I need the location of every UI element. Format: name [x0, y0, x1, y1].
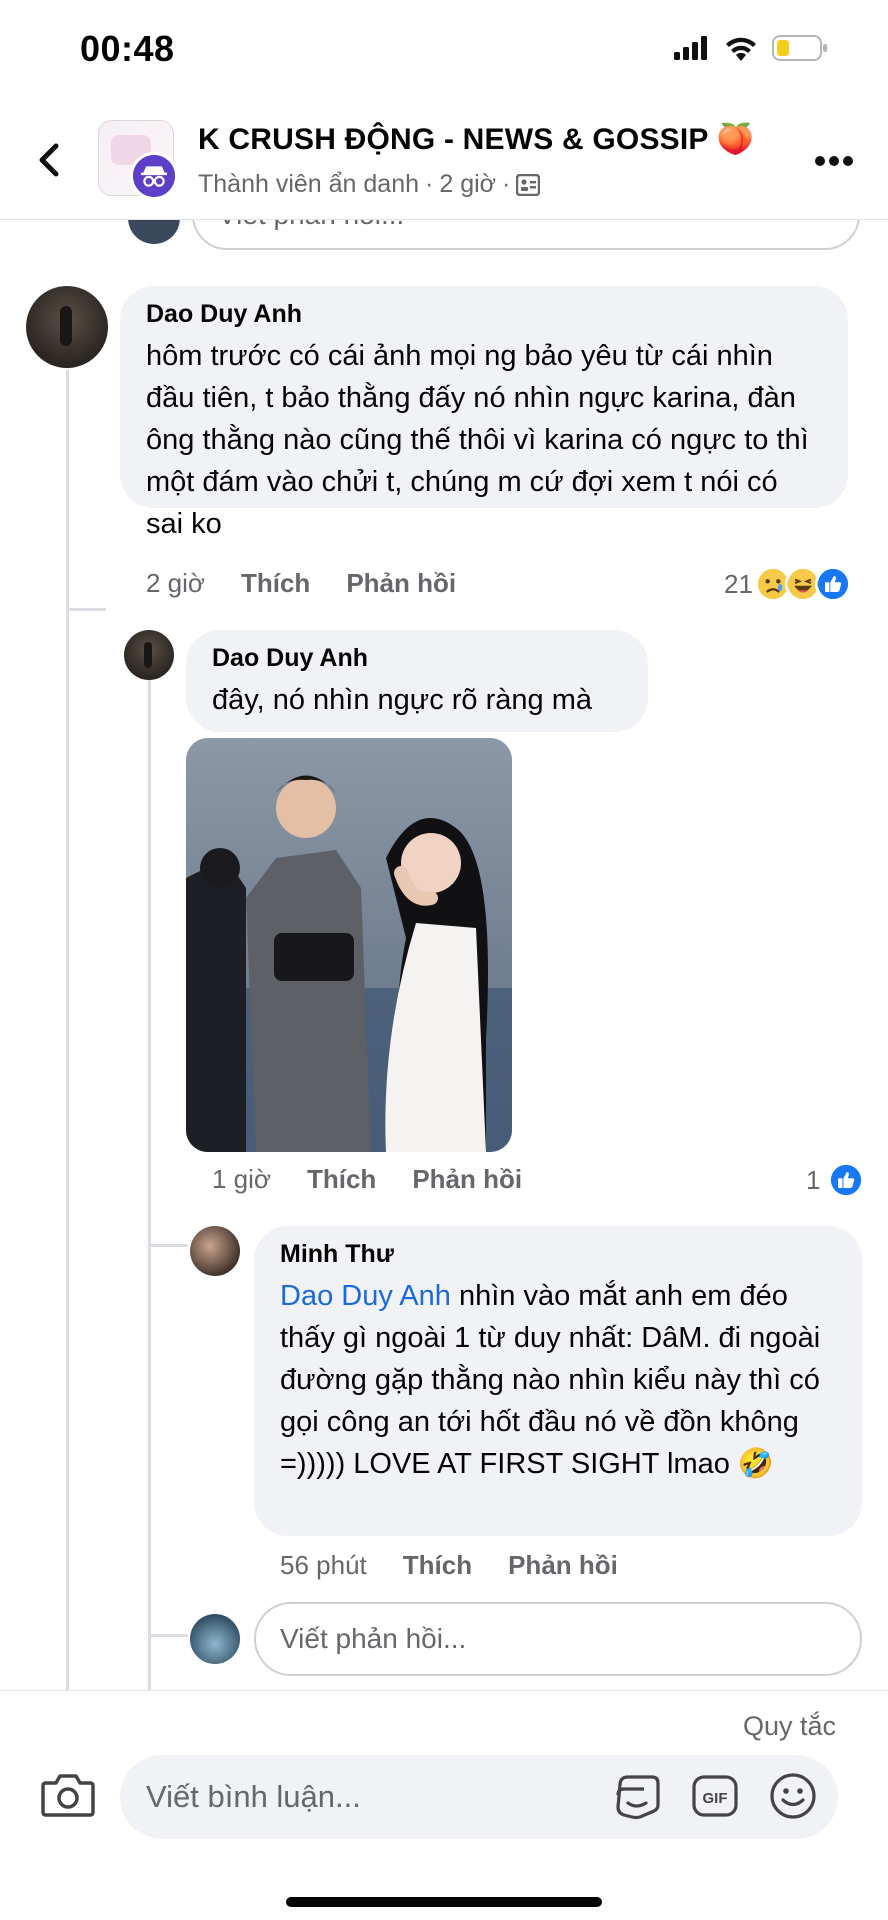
group-title[interactable]: K CRUSH ĐỘNG - NEWS & GOSSIP 🍑	[198, 122, 754, 157]
reaction-count: 21	[724, 568, 753, 599]
comment-input[interactable]: Viết bình luận... GIF	[120, 1755, 838, 1839]
post-time: 2 giờ	[439, 170, 497, 198]
comment-text: hôm trước có cái ảnh mọi ng bảo yêu từ c…	[146, 340, 809, 540]
comment-text: Dao Duy Anh nhìn vào mắt anh em đéo thấy…	[280, 1280, 821, 1480]
battery-icon	[772, 35, 827, 61]
more-options-icon[interactable]	[814, 154, 854, 168]
like-button[interactable]: Thích	[241, 568, 310, 599]
reply-button[interactable]: Phản hồi	[346, 568, 456, 599]
comment-text: đây, nó nhìn ngực rõ ràng mà	[212, 684, 592, 716]
mention-link[interactable]: Dao Duy Anh	[280, 1280, 451, 1312]
comment-bubble: Minh Thư Dao Duy Anh nhìn vào mắt anh em…	[254, 1226, 862, 1536]
avatar	[128, 220, 180, 244]
anonymous-icon	[130, 152, 178, 200]
like-icon	[814, 566, 851, 602]
comment-composer: Quy tắc Viết bình luận... GIF	[0, 1690, 888, 1920]
thread-line	[148, 676, 151, 1690]
avatar	[190, 1614, 240, 1664]
comment-photo[interactable]	[186, 738, 512, 1152]
sticker-icon[interactable]	[610, 1769, 664, 1823]
reply-input[interactable]: Viết phản hồi...	[192, 220, 860, 250]
home-indicator	[286, 1897, 602, 1907]
photo-image	[186, 738, 512, 1152]
reaction-count: 1	[806, 1164, 821, 1195]
avatar[interactable]	[190, 1226, 240, 1276]
emoji-icon[interactable]	[766, 1769, 820, 1823]
comment-time: 2 giờ	[146, 568, 205, 598]
wifi-icon	[726, 37, 756, 61]
camera-icon[interactable]	[40, 1767, 96, 1823]
rules-link[interactable]: Quy tắc	[743, 1711, 836, 1742]
comment-time: 56 phút	[280, 1550, 367, 1580]
reply-button[interactable]: Phản hồi	[508, 1550, 618, 1581]
comment-actions: 2 giờ Thích Phản hồi	[146, 568, 456, 599]
reaction-summary[interactable]: 21	[724, 566, 851, 602]
thread-line	[148, 1634, 188, 1637]
gif-icon[interactable]: GIF	[688, 1769, 742, 1823]
like-button[interactable]: Thích	[403, 1550, 472, 1581]
privacy-group-icon	[516, 173, 541, 196]
comments-section: Viết phản hồi... Dao Duy Anh hôm trước c…	[0, 220, 888, 1690]
anonymous-member-label: Thành viên ẩn danh	[198, 170, 420, 198]
svg-text:GIF: GIF	[703, 1790, 728, 1807]
post-header: K CRUSH ĐỘNG - NEWS & GOSSIP 🍑 Thành viê…	[0, 100, 888, 220]
comment-bubble: Dao Duy Anh hôm trước có cái ảnh mọi ng …	[120, 286, 848, 540]
thread-line	[66, 370, 69, 1690]
reply-input[interactable]: Viết phản hồi...	[254, 1602, 862, 1676]
comment-actions: 1 giờ Thích Phản hồi	[212, 1164, 522, 1195]
comment-actions: 56 phút Thích Phản hồi	[280, 1550, 618, 1581]
thread-line	[66, 608, 106, 611]
status-bar: 00:48	[0, 0, 888, 100]
comment-author[interactable]: Minh Thư	[280, 1240, 836, 1269]
avatar[interactable]	[26, 286, 108, 368]
signal-icon	[674, 36, 707, 60]
post-subtitle: Thành viên ẩn danh · 2 giờ ·	[198, 170, 541, 199]
composer-tools: GIF	[610, 1769, 820, 1823]
like-button[interactable]: Thích	[307, 1164, 376, 1195]
back-arrow-icon[interactable]	[28, 138, 72, 182]
comment-author[interactable]: Dao Duy Anh	[212, 644, 622, 673]
reply-button[interactable]: Phản hồi	[412, 1164, 522, 1195]
comment-time: 1 giờ	[212, 1164, 271, 1194]
avatar[interactable]	[124, 630, 174, 680]
comment-author[interactable]: Dao Duy Anh	[146, 300, 822, 329]
comment-bubble: Dao Duy Anh đây, nó nhìn ngực rõ ràng mà	[186, 630, 648, 732]
like-icon	[828, 1162, 865, 1198]
reaction-summary[interactable]: 1	[806, 1162, 865, 1198]
status-time: 00:48	[80, 28, 175, 69]
status-icons	[674, 34, 828, 62]
thread-line	[148, 1244, 188, 1247]
